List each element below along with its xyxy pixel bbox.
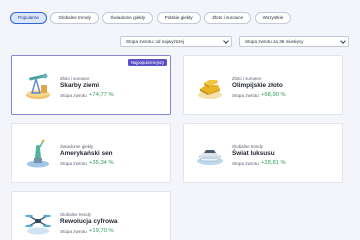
return-value: +74,77 % <box>89 92 114 98</box>
tab-zloto-i-surowce[interactable]: Złoto i surowce <box>204 12 252 24</box>
return-value: +68,90 % <box>261 92 286 98</box>
period-select-value: Stopa zwrotu za 36 miesięcy <box>245 39 304 44</box>
card-category: Globalne trendy <box>232 144 263 149</box>
return-label: Stopa zwrotu <box>232 93 259 98</box>
portfolio-card-amerykanski-sen[interactable]: Świadome giełdy Amerykański sen Stopa zw… <box>11 123 171 183</box>
card-category: Globalne trendy <box>60 212 91 217</box>
portfolio-card-rewolucja-cyfrowa[interactable]: Globalne trendy Rewolucja cyfrowa Stopa … <box>11 191 171 240</box>
yacht-icon <box>197 150 223 165</box>
return-label: Stopa zwrotu <box>60 161 87 166</box>
card-name: Rewolucja cyfrowa <box>60 218 118 225</box>
sort-select-value: Stopa zwrotu: od najwyższej <box>126 39 184 44</box>
tab-popularne[interactable]: Popularne <box>10 12 47 24</box>
portfolio-card-swiat-luksusu[interactable]: Globalne trendy Świat luksusu Stopa zwro… <box>183 123 343 183</box>
card-name: Amerykański sen <box>60 150 113 157</box>
return-value: +35,34 % <box>89 160 114 166</box>
portfolio-card-olimpijskie-zloto[interactable]: Złoto i surowce Olimpijskie złoto Stopa … <box>183 55 343 115</box>
return-value: +28,81 % <box>261 160 286 166</box>
tab-globalne-trendy[interactable]: Globalne trendy <box>50 12 99 24</box>
gold-bars-icon <box>198 80 222 99</box>
period-select[interactable]: Stopa zwrotu za 36 miesięcy <box>239 36 349 47</box>
card-category: Złoto i surowce <box>60 76 90 81</box>
oil-pump-icon <box>26 73 50 99</box>
card-category: Świadome giełdy <box>60 144 94 149</box>
portfolio-card-skarby-ziemi[interactable]: Najpopularniejszy Złoto i surowce Skarby… <box>11 55 171 115</box>
card-name: Świat luksusu <box>232 150 275 157</box>
return-value: +19,70 % <box>89 228 114 234</box>
drone-icon <box>25 214 51 235</box>
sort-select[interactable]: Stopa zwrotu: od najwyższej <box>120 36 232 47</box>
tab-wszystkie[interactable]: Wszystkie <box>254 12 292 24</box>
card-name: Skarby ziemi <box>60 82 100 89</box>
return-label: Stopa zwrotu <box>60 229 87 234</box>
chevron-down-icon <box>340 38 346 44</box>
category-tabs: Popularne Globalne trendy Świadome giełd… <box>10 12 292 24</box>
chevron-down-icon <box>223 38 229 44</box>
return-label: Stopa zwrotu <box>232 161 259 166</box>
return-label: Stopa zwrotu <box>60 93 87 98</box>
statue-of-liberty-icon <box>27 139 49 168</box>
card-category: Złoto i surowce <box>232 76 262 81</box>
tab-swiadome-gieldy[interactable]: Świadome giełdy <box>102 12 154 24</box>
most-popular-badge: Najpopularniejszy <box>127 59 167 66</box>
tab-polskie-gieldy[interactable]: Polskie giełdy <box>156 12 201 24</box>
card-name: Olimpijskie złoto <box>232 82 283 89</box>
